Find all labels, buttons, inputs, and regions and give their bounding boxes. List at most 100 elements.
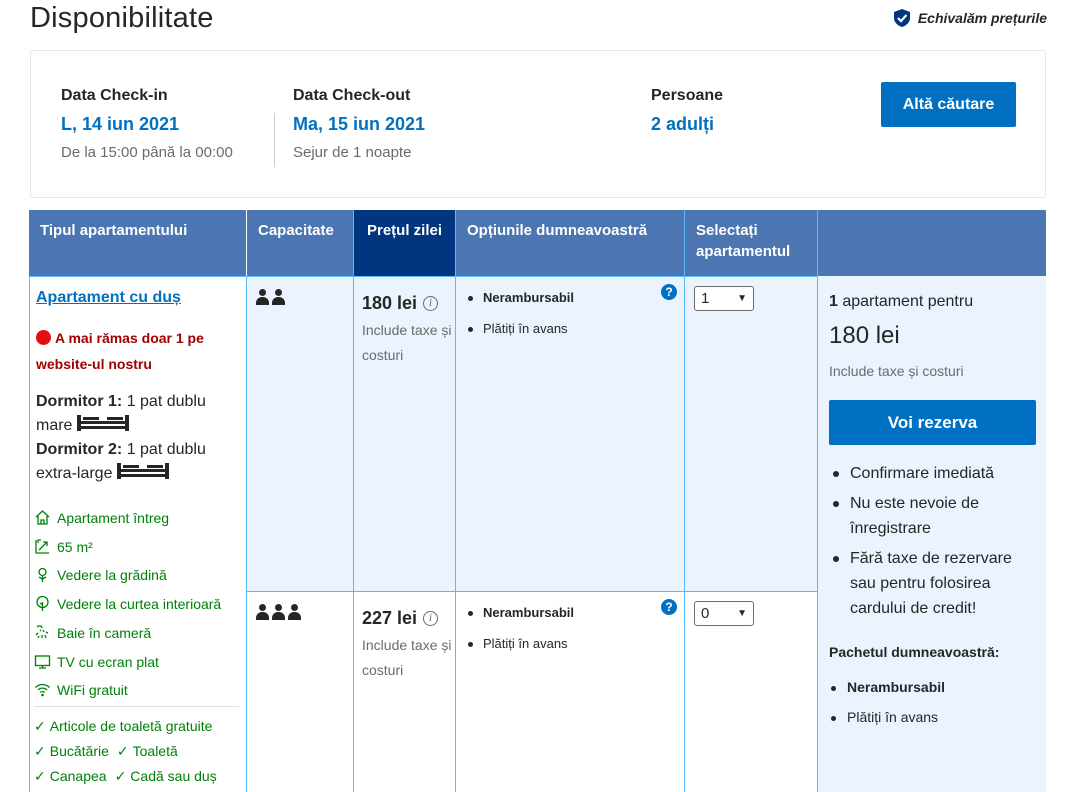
checkmark-icon: ✓ [116,743,129,759]
facility-label: Vedere la curtea interioară [57,595,222,612]
quantity-value: 0 [701,605,710,622]
facility-label: WiFi gratuit [57,681,128,698]
amenity-label: Toaletă [132,743,178,759]
amenity-item: ✓ Cadă sau duș [115,768,217,785]
chevron-down-icon: ▼ [737,608,747,619]
price-match-shield-icon [893,9,910,27]
option-prepay: Plătiți în avans [466,321,574,336]
facility-item: Vedere la curtea interioară [34,595,221,612]
checkmark-icon: ✓ [34,768,46,784]
room-name-link[interactable]: Apartament cu duș [36,289,181,307]
facility-item: Baie în cameră [34,624,151,641]
checkin-time: De la 15:00 până la 00:00 [61,144,233,161]
help-question-icon[interactable]: ? [661,284,677,300]
rate-2-quantity-select[interactable]: 0 ▼ [694,601,754,626]
checkmark-icon: ✓ [34,718,46,734]
header-capacity: Capacitate [247,210,353,276]
person-icon [271,604,286,620]
grid-line [246,276,247,792]
amenity-row: ✓ Bucătărie ✓ Toaletă [34,743,178,760]
tree-icon [36,595,49,611]
facility-item: WiFi gratuit [34,681,128,698]
benefit-item: Fără taxe de rezervare sau pentru folosi… [832,546,1037,621]
page-title: Disponibilitate [30,2,214,34]
option-non-refundable: Nerambursabil [466,290,574,305]
size-icon [35,539,49,554]
info-icon[interactable]: i [423,296,439,311]
facility-divider [34,706,239,707]
amenity-label: Canapea [49,768,107,784]
checkmark-icon: ✓ [34,743,46,759]
facility-label: 65 m² [57,538,93,555]
facility-item: Vedere la grădină [34,566,167,583]
bedroom-2: Dormitor 2: 1 pat dublu extra-large [36,438,241,486]
benefits-list: Confirmare imediată Nu este nevoie de în… [832,461,1037,626]
summary-count: 1 apartament pentru [829,293,973,311]
summary-count-number: 1 [829,293,838,310]
search-summary-box: Data Check-in L, 14 iun 2021 De la 15:00… [30,50,1046,198]
tv-icon [34,655,51,669]
checkin-date[interactable]: L, 14 iun 2021 [61,114,233,135]
capacity-3-guests [255,604,302,620]
facility-label: Baie în cameră [57,624,152,641]
rate-1-options: Nerambursabil Plătiți în avans [466,290,574,352]
summary-total-price: 180 lei [829,322,900,349]
rate-1-price: 180 lei i [362,293,439,314]
amenity-row: ✓ Articole de toaletă gratuite [34,718,212,735]
amenity-item: ✓ Canapea [34,768,107,785]
checkin-block: Data Check-in L, 14 iun 2021 De la 15:00… [61,87,233,161]
checkmark-icon: ✓ [114,768,127,784]
info-icon[interactable]: i [423,611,439,626]
package-item: Plătiți în avans [829,709,945,725]
rate-1-quantity-select[interactable]: 1 ▼ [694,286,754,311]
stay-length: Sejur de 1 noapte [293,144,412,161]
bedroom-1-label: Dormitor 1: [36,393,123,410]
person-icon [255,604,270,620]
rate-2-price: 227 lei i [362,608,439,629]
facility-label: Vedere la grădină [57,566,167,583]
checkout-date[interactable]: Ma, 15 iun 2021 [293,114,425,135]
price-match-badge[interactable]: Echivalăm prețurile [892,8,1047,28]
amenity-item: ✓ Toaletă [117,743,178,760]
header-options: Opțiunile dumneavoastră [456,210,684,276]
quantity-value: 1 [701,290,710,307]
amenity-label: Cadă sau duș [130,768,217,784]
facility-item: Apartament întreg [34,509,169,526]
home-icon [35,510,50,525]
option-non-refundable: Nerambursabil [466,605,574,620]
grid-line [455,210,456,792]
benefit-item: Nu este nevoie de înregistrare [832,491,1037,541]
grid-line [29,276,818,277]
bedroom-2-label: Dormitor 2: [36,441,123,458]
capacity-2-guests [255,289,286,305]
benefit-item: Confirmare imediată [832,461,1037,486]
amenity-label: Bucătărie [49,743,109,759]
grid-line [247,591,818,592]
reserve-button[interactable]: Voi rezerva [829,400,1036,445]
header-room-type: Tipul apartamentului [29,210,246,276]
scarcity-text: A mai rămas doar 1 pe website-ul nostru [36,330,204,372]
price-match-label: Echivalăm prețurile [917,10,1047,26]
guests-value[interactable]: 2 adulți [651,114,723,135]
checkout-block: Data Check-out Ma, 15 iun 2021 Sejur de … [293,87,425,161]
package-item: Nerambursabil [829,679,945,695]
guests-label: Persoane [651,87,724,104]
header-price: Prețul zilei [354,210,455,276]
wifi-icon [35,683,50,697]
help-question-icon[interactable]: ? [661,599,677,615]
grid-line [817,210,818,792]
package-list: Nerambursabil Plătiți în avans [829,679,945,739]
package-title: Pachetul dumneavoastră: [829,644,1000,660]
amenity-item: ✓ Bucătărie [34,743,109,760]
facility-item: 65 m² [34,538,93,555]
facility-label: TV cu ecran plat [57,653,159,670]
facility-item: TV cu ecran plat [34,653,159,670]
grid-line [684,210,685,792]
guests-block: Persoane 2 adulți [651,87,723,135]
option-prepay: Plătiți în avans [466,636,574,651]
person-icon [255,289,270,305]
rate-1-price-value: 180 lei [362,293,418,313]
new-search-button[interactable]: Altă căutare [881,82,1016,127]
bedroom-1: Dormitor 1: 1 pat dublu mare [36,390,241,438]
double-bed-icon [77,415,130,431]
